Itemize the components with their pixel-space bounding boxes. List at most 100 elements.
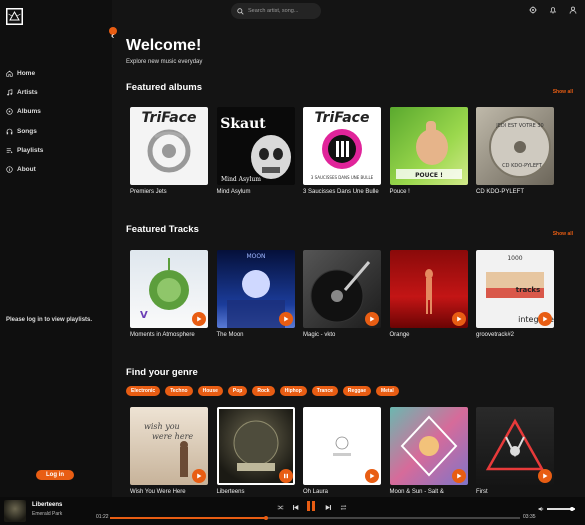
now-playing-artist[interactable]: Emerald Park [32,511,62,517]
album-card[interactable]: JEDI EST VOTRE 30 CD KDO-PYLEFT CD KDO-PY… [476,107,554,197]
album-card[interactable]: TriFace 3 SAUCISSES DANS UNE BULLE 3 Sauc… [303,107,381,197]
featured-tracks-show-all[interactable]: Show all [553,231,573,237]
track-card[interactable]: MOON The Moon [216,250,295,340]
album-card[interactable]: Skaut Mind Asylum Mind Asylum [216,107,295,197]
play-button[interactable] [451,469,466,483]
login-button[interactable]: Log in [36,470,74,480]
bell-icon[interactable] [549,6,557,14]
progress-slider[interactable] [110,515,520,520]
play-icon [456,316,461,322]
track-card[interactable]: Orange [389,250,468,340]
genre-chip-house[interactable]: House [197,386,223,396]
genre-chip-metal[interactable]: Metal [375,386,399,396]
album-cover: Skaut Mind Asylum [216,107,295,185]
svg-text:3 SAUCISSES DANS UNE BULLE: 3 SAUCISSES DANS UNE BULLE [311,175,374,180]
sidebar-item-artists[interactable]: Artists [6,83,43,102]
logo-icon[interactable] [6,8,23,25]
shuffle-icon[interactable] [277,504,284,511]
track-card[interactable]: V Moments in Atmosphere [130,250,208,340]
genre-chip-techno[interactable]: Techno [165,386,193,396]
player-bar: Liberteens Emerald Park 01:22 03:35 [0,497,585,525]
volume-handle[interactable] [570,506,575,511]
next-icon[interactable] [325,504,332,511]
track-card[interactable]: First [476,407,554,497]
play-button[interactable] [278,312,293,326]
genre-chip-trance[interactable]: Trance [311,386,338,396]
svg-text:MOON: MOON [246,253,265,260]
pause-button[interactable] [278,469,293,483]
progress-fill [110,517,266,519]
track-title: Wish You Were Here [130,489,186,495]
track-cover [216,407,295,485]
now-playing-cover[interactable] [4,500,26,522]
collapse-sidebar-button[interactable] [109,27,117,39]
volume-icon[interactable] [538,506,544,512]
track-card[interactable]: wish you were here Wish You Were Here [130,407,208,497]
sidebar-item-songs[interactable]: Songs [6,122,43,141]
track-cover [389,407,468,485]
volume-slider[interactable] [547,506,575,511]
album-cover: TriFace 3 SAUCISSES DANS UNE BULLE [303,107,381,185]
play-button[interactable] [538,469,552,483]
elapsed-time: 01:22 [96,514,109,520]
album-card[interactable]: TriFace Premiers Jets [130,107,208,197]
play-button[interactable] [192,312,206,326]
album-title: 3 Saucisses Dans Une Bulle [303,189,379,195]
now-playing-title[interactable]: Liberteens [32,502,62,508]
play-button[interactable] [365,469,379,483]
svg-text:Mind Asylum: Mind Asylum [221,176,261,183]
play-button[interactable] [451,312,466,326]
track-cover [389,250,468,328]
genre-tracks-row: wish you were here Wish You Were Here Lib… [130,407,563,497]
genre-chip-hiphop[interactable]: Hiphop [279,386,307,396]
genre-section-title: Find your genre [126,367,198,378]
album-card[interactable]: POUCE ! Pouce ! [389,107,468,197]
genre-chip-rock[interactable]: Rock [252,386,275,396]
search-input[interactable]: Search artist, song... [231,3,321,19]
main-content: Search artist, song... Welcome! Explore … [112,0,585,497]
sidebar-item-home[interactable]: Home [6,64,43,83]
previous-icon[interactable] [292,504,299,511]
genre-chip-electronic[interactable]: Electronic [126,386,161,396]
track-card-now-playing[interactable]: Liberteens [216,407,295,497]
play-icon [370,316,375,322]
user-icon[interactable] [569,6,577,14]
track-cover [303,250,381,328]
featured-albums-title: Featured albums [126,82,203,93]
pause-button[interactable] [307,501,317,513]
play-icon [197,473,202,479]
pause-icon [283,473,288,479]
play-button[interactable] [365,312,379,326]
track-title: Moments in Atmosphere [130,332,195,338]
featured-albums-show-all[interactable]: Show all [553,89,573,95]
play-button[interactable] [538,312,552,326]
sidebar-item-playlists[interactable]: Playlists [6,141,43,160]
track-card[interactable]: 1000 tracks integrale groovetrack#2 [476,250,554,340]
page-title: Welcome! [126,37,202,54]
sidebar-item-label: Albums [17,108,41,116]
music-note-icon [7,89,13,96]
genre-chip-reggae[interactable]: Reggae [342,386,371,396]
track-cover: wish you were here [130,407,208,485]
page-subtitle: Explore new music everyday [126,59,203,65]
track-card[interactable]: Magic - vkto [303,250,381,340]
play-icon [370,473,375,479]
track-title: Oh Laura [303,489,329,495]
sidebar-item-about[interactable]: About [6,160,43,179]
album-title: Pouce ! [389,189,410,195]
progress-handle[interactable] [263,515,268,520]
album-cover: POUCE ! [389,107,468,185]
repeat-icon[interactable] [340,504,347,511]
play-icon [197,316,202,322]
svg-text:CD KDO-PYLEFT: CD KDO-PYLEFT [502,163,543,169]
track-title: Magic - vkto [303,332,336,338]
track-card[interactable]: Moon & Sun - Salt & [389,407,468,497]
track-card[interactable]: Oh Laura [303,407,381,497]
volume-control [538,506,575,512]
genre-chip-pop[interactable]: Pop [227,386,248,396]
headphones-icon [6,128,13,134]
play-button[interactable] [192,469,206,483]
settings-icon[interactable] [529,6,537,14]
svg-text:TriFace: TriFace [315,110,370,126]
sidebar-item-albums[interactable]: Albums [6,102,43,121]
